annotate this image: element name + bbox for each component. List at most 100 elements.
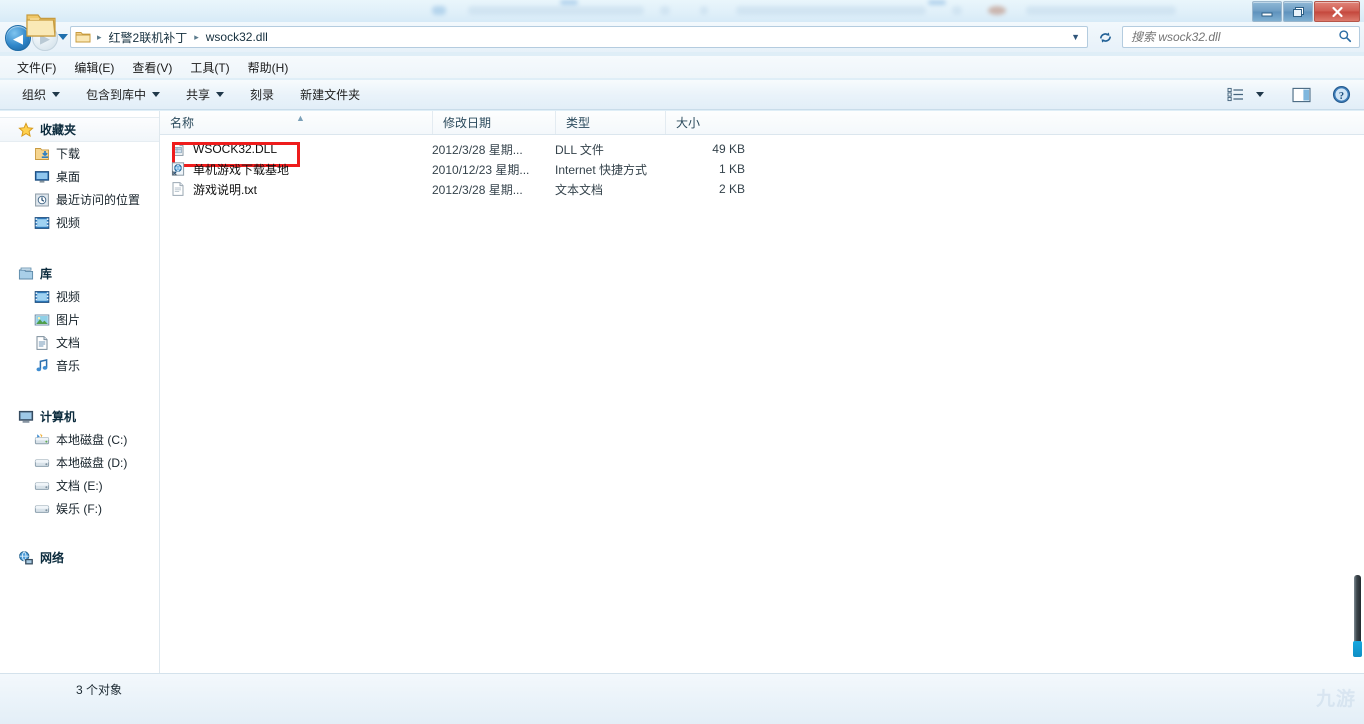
column-label: 类型 [566, 114, 590, 131]
file-date-cell: 2010/12/23 星期... [432, 161, 529, 178]
new-folder-label: 新建文件夹 [300, 86, 360, 103]
share-button[interactable]: 共享 [178, 82, 232, 107]
chevron-down-icon [1256, 92, 1264, 97]
table-row[interactable]: 游戏说明.txt 2012/3/28 星期... 文本文档 2 KB [160, 179, 1364, 199]
help-button[interactable]: ? [1328, 84, 1354, 106]
menu-item-tools[interactable]: 工具(T) [181, 57, 238, 78]
column-label: 大小 [676, 114, 700, 131]
command-bar: 组织 包含到库中 共享 刻录 新建文件夹 [0, 80, 1364, 110]
scrollbar-thumb-cap[interactable] [1353, 641, 1362, 657]
breadcrumb-item-0[interactable]: 红警2联机补丁 [105, 28, 192, 47]
menu-bar: 文件(F) 编辑(E) 查看(V) 工具(T) 帮助(H) [0, 56, 1364, 78]
table-row[interactable]: WSOCK32.DLL 2012/3/28 星期... DLL 文件 49 KB [160, 139, 1364, 159]
sidebar-item-drive-f[interactable]: 娱乐 (F:) [0, 497, 159, 520]
address-bar-row: ◀ ▶ ▸ 红警2联机补丁 ▸ wsock32.dll ▼ [0, 22, 1364, 52]
sidebar-item-recent-places[interactable]: 最近访问的位置 [0, 188, 159, 211]
desktop-icon [34, 169, 50, 185]
burn-button[interactable]: 刻录 [242, 82, 282, 107]
sidebar-item-computer[interactable]: 计算机 [0, 405, 159, 428]
sidebar-item-downloads[interactable]: 下载 [0, 142, 159, 165]
breadcrumb-dropdown-icon[interactable]: ▼ [1071, 32, 1085, 42]
sidebar-item-drive-c[interactable]: 本地磁盘 (C:) [0, 428, 159, 451]
include-in-library-button[interactable]: 包含到库中 [78, 82, 168, 107]
back-arrow-icon: ◀ [13, 32, 23, 45]
sidebar-label: 下载 [56, 145, 80, 162]
file-name-cell: WSOCK32.DLL [170, 141, 277, 157]
folder-icon [75, 30, 91, 44]
restore-button[interactable] [1283, 1, 1313, 22]
column-header-type[interactable]: 类型 [555, 111, 665, 134]
file-name-text: 游戏说明.txt [193, 181, 257, 198]
column-header-name[interactable]: 名称 ▲ [160, 111, 432, 134]
minimize-button[interactable] [1252, 1, 1282, 22]
close-button[interactable] [1314, 1, 1360, 22]
menu-item-view[interactable]: 查看(V) [123, 57, 181, 78]
command-bar-right: ? [1222, 84, 1364, 106]
refresh-icon [1098, 30, 1113, 45]
sidebar-item-pictures[interactable]: 图片 [0, 308, 159, 331]
close-icon [1331, 6, 1344, 18]
folder-icon [24, 8, 58, 47]
vertical-scrollbar[interactable] [1353, 575, 1362, 660]
sidebar-item-libraries[interactable]: 库 [0, 262, 159, 285]
sidebar-label: 桌面 [56, 168, 80, 185]
view-options-dropdown[interactable] [1252, 84, 1268, 106]
help-icon: ? [1332, 85, 1351, 104]
dll-file-icon [170, 141, 186, 157]
window-controls [1252, 1, 1360, 22]
file-name-text: 单机游戏下载基地 [193, 161, 289, 178]
scrollbar-thumb[interactable] [1354, 575, 1361, 647]
music-icon [34, 358, 50, 374]
star-icon [18, 122, 34, 138]
sidebar-label: 音乐 [56, 357, 80, 374]
sidebar-label: 本地磁盘 (C:) [56, 431, 127, 448]
view-options-button[interactable] [1222, 84, 1248, 106]
sidebar-label: 最近访问的位置 [56, 191, 140, 208]
sidebar-item-favorites-video[interactable]: 视频 [0, 211, 159, 234]
text-file-icon [170, 181, 186, 197]
navigation-pane[interactable]: 收藏夹 下载 桌面 [0, 111, 160, 673]
menu-item-help[interactable]: 帮助(H) [239, 57, 298, 78]
pictures-icon [34, 312, 50, 328]
preview-pane-icon [1292, 87, 1311, 103]
video-icon [34, 289, 50, 305]
column-header-size[interactable]: 大小 [665, 111, 745, 134]
preview-pane-button[interactable] [1288, 84, 1314, 106]
recent-pages-dropdown[interactable] [58, 34, 68, 40]
menu-item-edit[interactable]: 编辑(E) [65, 57, 123, 78]
sidebar-label: 图片 [56, 311, 80, 328]
sidebar-label: 娱乐 (F:) [56, 500, 102, 517]
drive-icon [34, 455, 50, 471]
system-drive-icon [34, 432, 50, 448]
breadcrumb-item-1[interactable]: wsock32.dll [202, 29, 272, 45]
network-icon [18, 550, 34, 566]
organize-button[interactable]: 组织 [14, 82, 68, 107]
file-size-cell: 1 KB [615, 162, 745, 176]
organize-label: 组织 [22, 86, 46, 103]
search-input[interactable] [1123, 27, 1338, 47]
sidebar-item-documents[interactable]: 文档 [0, 331, 159, 354]
refresh-button[interactable] [1094, 26, 1116, 48]
column-header-row: 名称 ▲ 修改日期 类型 大小 [160, 111, 1364, 135]
sidebar-item-drive-d[interactable]: 本地磁盘 (D:) [0, 451, 159, 474]
column-header-date[interactable]: 修改日期 [432, 111, 555, 134]
sidebar-item-music[interactable]: 音乐 [0, 354, 159, 377]
menu-item-file[interactable]: 文件(F) [8, 57, 65, 78]
sidebar-item-desktop[interactable]: 桌面 [0, 165, 159, 188]
file-date-cell: 2012/3/28 星期... [432, 181, 523, 198]
sidebar-item-favorites[interactable]: 收藏夹 [0, 117, 159, 142]
breadcrumb[interactable]: ▸ 红警2联机补丁 ▸ wsock32.dll ▼ [70, 26, 1088, 48]
file-list-pane[interactable]: 名称 ▲ 修改日期 类型 大小 WSOCK32.DL [160, 111, 1364, 673]
sidebar-item-library-video[interactable]: 视频 [0, 285, 159, 308]
search-icon[interactable] [1338, 29, 1359, 46]
new-folder-button[interactable]: 新建文件夹 [292, 82, 368, 107]
nav-group-libraries: 库 视频 [0, 262, 159, 377]
table-row[interactable]: 单机游戏下载基地 2010/12/23 星期... Internet 快捷方式 … [160, 159, 1364, 179]
burn-label: 刻录 [250, 86, 274, 103]
sidebar-label: 收藏夹 [40, 121, 76, 138]
search-box[interactable] [1122, 26, 1360, 48]
file-date-cell: 2012/3/28 星期... [432, 141, 523, 158]
sidebar-item-drive-e[interactable]: 文档 (E:) [0, 474, 159, 497]
video-icon [34, 215, 50, 231]
sidebar-item-network[interactable]: 网络 [0, 546, 159, 569]
